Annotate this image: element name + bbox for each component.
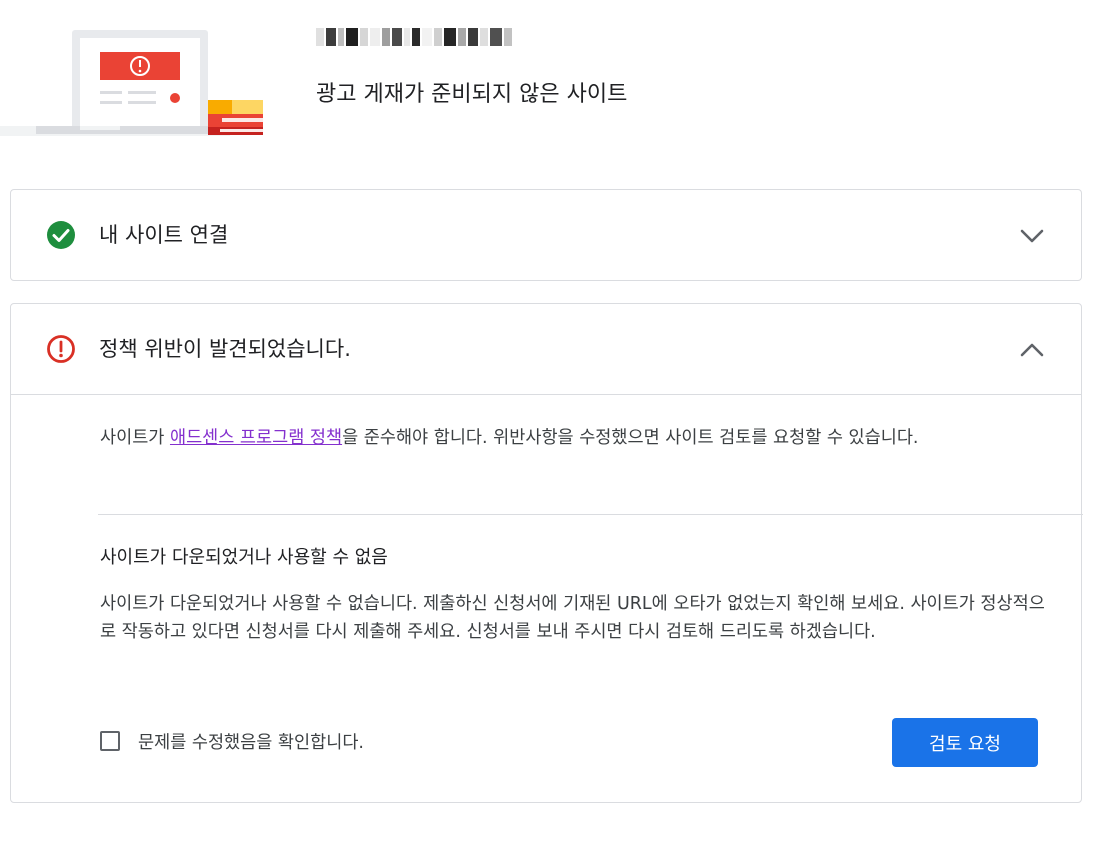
policy-violation-title: 정책 위반이 발견되었습니다.	[99, 337, 351, 361]
header-divider	[11, 394, 1081, 395]
page-title: 광고 게재가 준비되지 않은 사이트	[316, 82, 628, 107]
adsense-policy-link[interactable]: 애드센스 프로그램 정책	[170, 428, 342, 448]
site-error-illustration	[0, 30, 263, 136]
issue-description: 사이트가 다운되었거나 사용할 수 없습니다. 제출하신 신청서에 기재된 UR…	[100, 594, 1045, 642]
check-circle-icon	[47, 221, 75, 249]
policy-intro-text: 사이트가 애드센스 프로그램 정책을 준수해야 합니다. 위반사항을 수정했으면…	[100, 424, 1050, 452]
request-review-button[interactable]: 검토 요청	[892, 718, 1038, 767]
section-divider	[98, 514, 1083, 515]
header: 광고 게재가 준비되지 않은 사이트	[0, 0, 1111, 150]
intro-prefix: 사이트가	[100, 428, 170, 448]
chevron-up-icon[interactable]	[1017, 335, 1047, 365]
confirm-fix-label[interactable]: 문제를 수정했음을 확인합니다.	[138, 729, 364, 754]
confirm-fix-row: 문제를 수정했음을 확인합니다.	[100, 726, 364, 756]
intro-suffix: 을 준수해야 합니다. 위반사항을 수정했으면 사이트 검토를 요청할 수 있습…	[342, 428, 919, 448]
policy-violation-card: 정책 위반이 발견되었습니다. 사이트가 애드센스 프로그램 정책을 준수해야 …	[10, 303, 1083, 803]
site-connection-card: 내 사이트 연결	[10, 189, 1082, 281]
issue-title: 사이트가 다운되었거나 사용할 수 없음	[100, 547, 388, 568]
site-connection-header[interactable]: 내 사이트 연결	[11, 190, 1081, 280]
confirm-fix-checkbox[interactable]	[100, 731, 120, 751]
policy-violation-header[interactable]: 정책 위반이 발견되었습니다.	[11, 304, 1081, 394]
site-url-redacted	[316, 24, 532, 50]
site-connection-title: 내 사이트 연결	[99, 223, 229, 247]
error-circle-icon	[47, 335, 75, 363]
chevron-down-icon[interactable]	[1017, 221, 1047, 251]
page: 광고 게재가 준비되지 않은 사이트 내 사이트 연결 정책 위반이 발견되었습…	[0, 0, 1111, 857]
